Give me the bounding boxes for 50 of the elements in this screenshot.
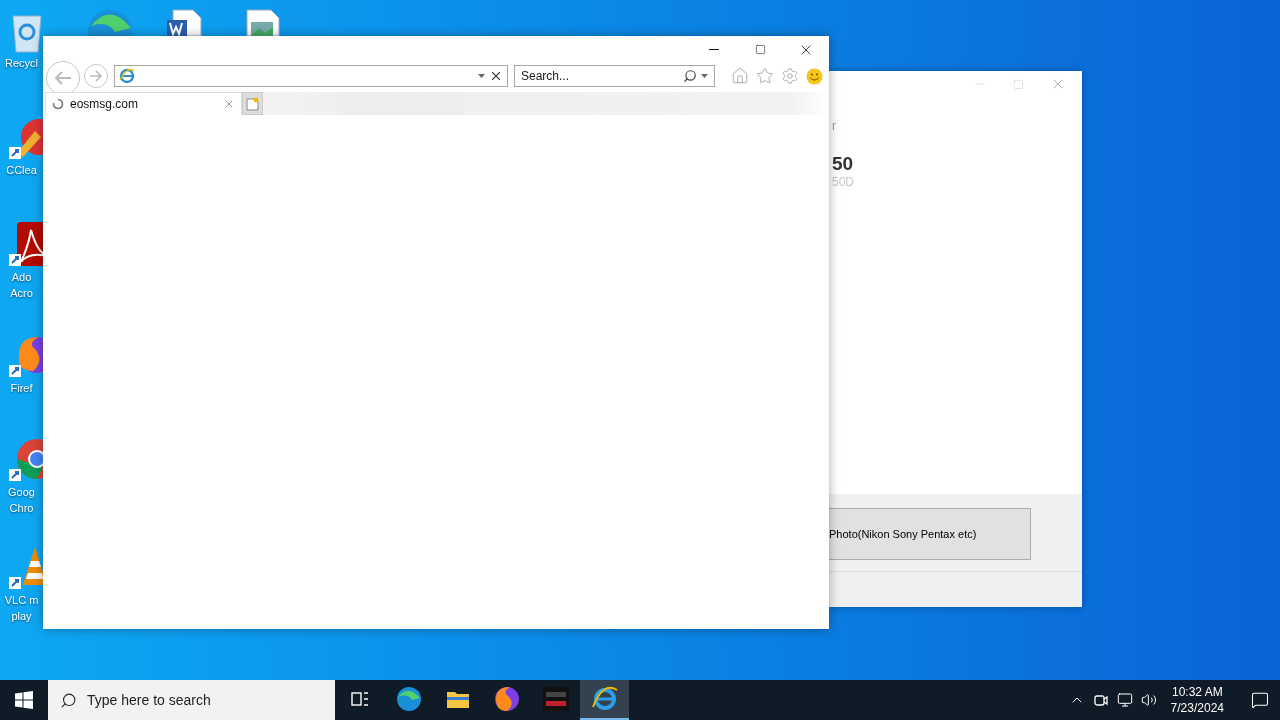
taskbar-search-field[interactable]: Type here to search (48, 680, 335, 720)
desktop-icon-label: Recycl (4, 56, 39, 70)
acrobat-icon[interactable] (9, 222, 43, 268)
search-icon (60, 691, 77, 709)
forward-arrow-icon (89, 70, 103, 82)
taskbar-app-button[interactable] (580, 680, 629, 720)
search-field[interactable]: Search... (514, 65, 715, 87)
image-file-icon[interactable] (245, 8, 281, 36)
search-input[interactable]: Search... (521, 69, 683, 83)
smiley-icon[interactable] (806, 67, 823, 85)
notification-icon (1251, 691, 1269, 709)
minimize-icon (709, 49, 719, 50)
heading-text: r (832, 119, 836, 133)
back-arrow-icon (53, 70, 73, 86)
desktop-icon-label: play (10, 609, 33, 623)
task-view-icon (349, 690, 370, 708)
dropdown-caret-icon[interactable] (478, 74, 485, 78)
clear-icon[interactable] (489, 69, 503, 83)
maximize-icon (754, 44, 766, 55)
eos-msg-app-icon (541, 686, 570, 712)
photo-button[interactable]: Photo(Nikon Sony Pentax etc) (829, 508, 1031, 560)
globe-e-icon (119, 68, 135, 84)
internet-explorer-icon (590, 685, 619, 713)
address-field[interactable] (114, 65, 508, 87)
network-icon[interactable] (1116, 692, 1133, 708)
desktop-icon-label: VLC m (3, 593, 40, 607)
desktop-icon-label: Acro (9, 286, 34, 300)
folder-icon (445, 689, 470, 709)
desktop-icon-label: Goog (7, 485, 36, 499)
clock-time: 10:32 AM (1171, 684, 1223, 700)
clock-date: 7/23/2024 (1170, 700, 1224, 716)
search-placeholder: Type here to search (87, 692, 211, 708)
new-page-icon (246, 96, 259, 111)
browser-tab[interactable]: eosmsg.com (45, 92, 242, 115)
clock[interactable]: 10:32 AM 7/23/2024 (1170, 684, 1224, 716)
close-tab-icon[interactable] (223, 98, 235, 110)
volume-icon[interactable] (1140, 692, 1157, 708)
search-icon[interactable] (683, 69, 697, 83)
word-document-icon[interactable] (165, 8, 205, 36)
desktop-icon-label: Ado (10, 270, 33, 284)
firefox-icon (493, 686, 520, 712)
desktop-icon-label: Chro (8, 501, 35, 515)
dropdown-caret-icon[interactable] (701, 74, 708, 78)
model-title: 50 (832, 153, 854, 175)
desktop-icon-label: CClea (5, 163, 38, 177)
tab-title: eosmsg.com (70, 97, 140, 111)
windows-logo-icon (15, 691, 33, 709)
edge-icon (395, 686, 422, 712)
model-subtitle: 50D (832, 175, 854, 189)
desktop-icon-label: Firef (9, 381, 34, 395)
